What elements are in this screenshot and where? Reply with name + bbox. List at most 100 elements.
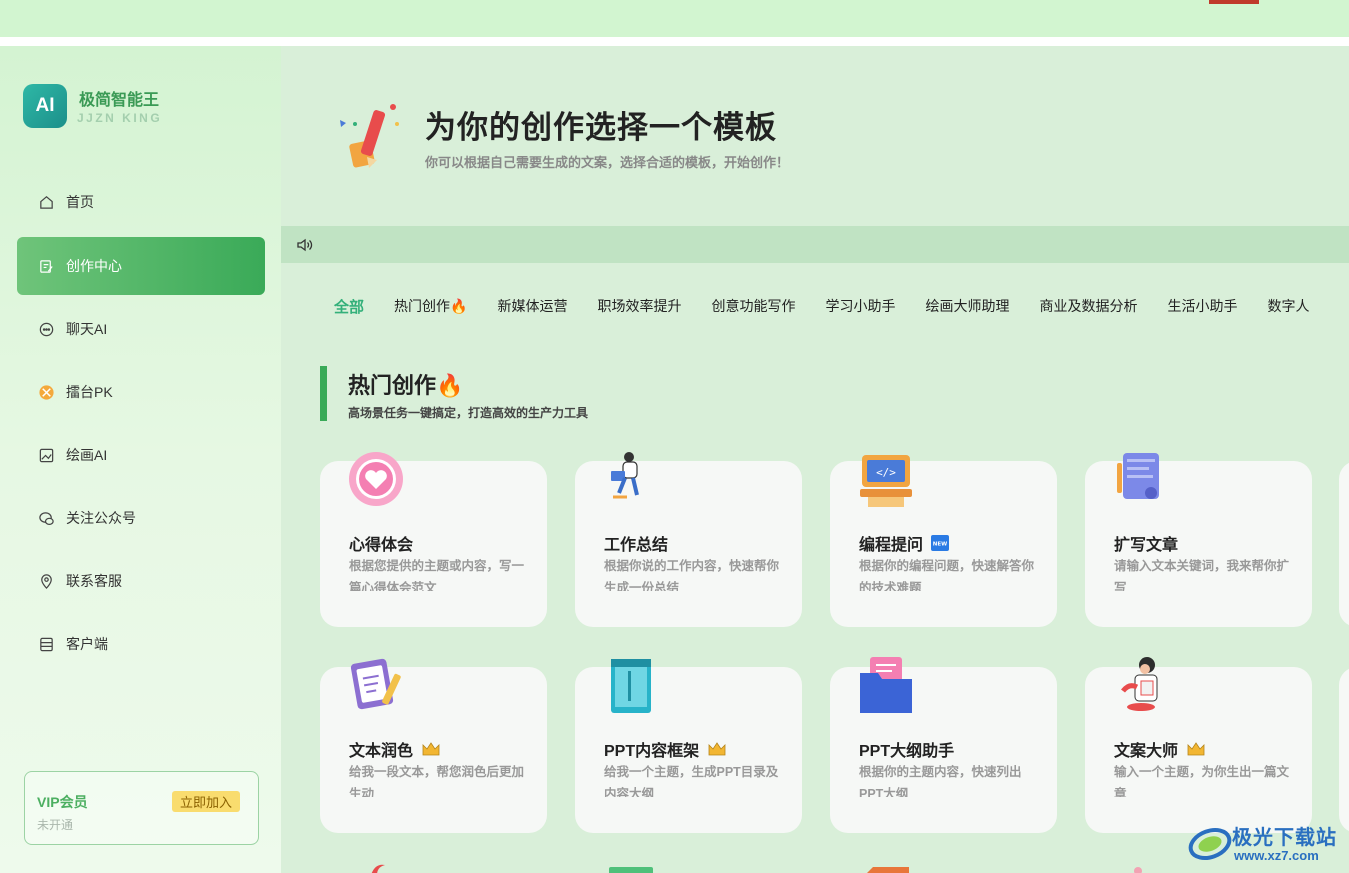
sidebar-item-painting-ai[interactable]: 绘画AI — [17, 426, 265, 484]
pencil-icon — [337, 102, 407, 172]
watermark-name: 极光下载站 — [1232, 827, 1337, 849]
card-title: 编程提问 NEW — [859, 531, 950, 555]
vip-card: VIP会员 未开通 立即加入 — [24, 771, 259, 845]
category-tabs: 全部 热门创作🔥 新媒体运营 职场效率提升 创意功能写作 学习小助手 绘画大师助… — [334, 296, 1339, 316]
card-title-text: 工作总结 — [604, 537, 669, 554]
vip-title: VIP会员 — [37, 794, 88, 810]
book-icon — [601, 655, 661, 715]
location-icon — [37, 572, 55, 590]
sidebar-item-label: 关注公众号 — [66, 510, 136, 526]
next-row-icon-peek — [607, 862, 657, 873]
heart-icon — [346, 449, 406, 509]
watermark: 极光下载站 www.xz7.com — [1188, 818, 1343, 868]
new-badge-icon: NEW — [931, 535, 950, 551]
sidebar-item-arena-pk[interactable]: 擂台PK — [17, 363, 265, 421]
card-title-text: 扩写文章 — [1114, 537, 1179, 554]
card-title-text: PPT大纲助手 — [859, 743, 955, 760]
svg-text:</>: </> — [876, 466, 896, 479]
browser-top-bar — [0, 0, 1349, 37]
notice-bar — [281, 226, 1349, 263]
card-title: 扩写文章 — [1114, 531, 1178, 555]
sidebar-item-contact-service[interactable]: 联系客服 — [17, 552, 265, 610]
sidebar-item-chat-ai[interactable]: 聊天AI — [17, 300, 265, 358]
watermark-logo-icon — [1188, 827, 1232, 861]
next-row-icon-peek — [1126, 862, 1156, 873]
card-title-text: 编程提问 — [859, 537, 924, 554]
sidebar-item-label: 聊天AI — [66, 321, 108, 337]
app-icon — [37, 635, 55, 653]
page-subtitle: 你可以根据自己需要生成的文案，选择合适的模板，开始创作！ — [425, 155, 790, 170]
top-red-tab[interactable] — [1209, 0, 1259, 4]
person-working-icon — [601, 449, 661, 509]
watermark-url: www.xz7.com — [1234, 848, 1319, 863]
document-pen-icon — [1111, 449, 1171, 509]
template-card-partial[interactable] — [1339, 461, 1349, 627]
template-card[interactable]: 文本润色 给我一段文本，帮您润色后更加生动 — [320, 658, 547, 833]
template-card[interactable]: </> 编程提问 NEW 根据你的编程问题，快速解答你的技术难题 — [830, 455, 1057, 627]
card-title-text: PPT内容框架 — [604, 743, 700, 760]
card-description: 根据你的编程问题，快速解答你的技术难题 — [859, 559, 1035, 591]
logo-icon[interactable]: AI — [23, 84, 67, 128]
card-title-text: 文案大师 — [1114, 743, 1179, 760]
code-monitor-icon: </> — [856, 449, 916, 509]
section-accent-bar — [320, 366, 327, 421]
sidebar-item-label: 联系客服 — [66, 573, 122, 589]
home-icon — [37, 193, 55, 211]
tab-life-helper[interactable]: 生活小助手 — [1167, 296, 1237, 316]
wechat-icon — [37, 509, 55, 527]
tab-digital-human[interactable]: 数字人 — [1267, 296, 1309, 316]
card-title: 工作总结 — [604, 531, 668, 555]
template-card[interactable]: 心得体会 根据您提供的主题或内容，写一篇心得体会范文 — [320, 452, 547, 627]
card-description: 给我一段文本，帮您润色后更加生动 — [349, 765, 525, 797]
writer-icon — [1111, 655, 1171, 715]
tab-business-analysis[interactable]: 商业及数据分析 — [1039, 296, 1137, 316]
main-content: 为你的创作选择一个模板 你可以根据自己需要生成的文案，选择合适的模板，开始创作！… — [281, 46, 1349, 873]
logo-text: AI — [35, 95, 55, 116]
template-card[interactable]: 工作总结 根据你说的工作内容，快速帮你生成一份总结 — [575, 452, 802, 627]
template-card[interactable]: 文案大师 输入一个主题，为你生出一篇文章 — [1085, 657, 1312, 833]
card-title: 心得体会 — [349, 531, 413, 555]
brand-name: 极简智能王 — [79, 92, 160, 109]
template-card[interactable]: PPT内容框架 给我一个主题，生成PPT目录及内容大纲 — [575, 659, 802, 833]
card-description: 输入一个主题，为你生出一篇文章 — [1114, 765, 1290, 797]
tab-hot-creation[interactable]: 热门创作🔥 — [394, 296, 467, 316]
card-title: 文案大师 — [1114, 737, 1206, 761]
sidebar-item-client[interactable]: 客户端 — [17, 615, 265, 673]
crown-vip-icon — [421, 741, 441, 757]
sidebar-item-label: 客户端 — [66, 636, 108, 652]
clipboard-pen-icon — [346, 655, 406, 715]
edit-doc-icon — [37, 257, 55, 275]
sidebar-item-label: 擂台PK — [66, 384, 113, 400]
tab-workplace-efficiency[interactable]: 职场效率提升 — [597, 296, 681, 316]
sidebar-item-label: 创作中心 — [66, 258, 122, 274]
tab-new-media[interactable]: 新媒体运营 — [497, 296, 567, 316]
template-card[interactable]: PPT大纲助手 根据你的主题内容，快速列出PPT大纲 — [830, 657, 1057, 833]
page-title: 为你的创作选择一个模板 — [425, 110, 777, 145]
sidebar-item-label: 首页 — [66, 194, 94, 210]
card-description: 根据你的主题内容，快速列出PPT大纲 — [859, 765, 1022, 797]
sidebar-item-label: 绘画AI — [66, 447, 108, 463]
sidebar: AI 极简智能王 JJZN KING 首页 创作中心 聊天AI 擂台PK 绘画A… — [0, 46, 281, 873]
tab-creative-writing[interactable]: 创意功能写作 — [711, 296, 795, 316]
speaker-icon[interactable] — [295, 236, 313, 254]
chat-icon — [37, 320, 55, 338]
card-description: 根据你说的工作内容，快速帮你生成一份总结 — [604, 559, 780, 591]
card-description: 给我一个主题，生成PPT目录及内容大纲 — [604, 765, 779, 797]
template-card-partial[interactable] — [1339, 667, 1349, 833]
sidebar-item-home[interactable]: 首页 — [17, 173, 265, 231]
card-description: 根据您提供的主题或内容，写一篇心得体会范文 — [349, 559, 525, 591]
sidebar-item-creation-center[interactable]: 创作中心 — [17, 237, 265, 295]
tab-all[interactable]: 全部 — [334, 296, 364, 316]
painting-icon — [37, 446, 55, 464]
section-subtitle: 高场景任务一键搞定，打造高效的生产力工具 — [348, 406, 589, 420]
folder-icon — [856, 655, 916, 715]
tab-painting-assistant[interactable]: 绘画大师助理 — [925, 296, 1009, 316]
vip-join-button[interactable]: 立即加入 — [172, 791, 240, 812]
template-card[interactable]: 扩写文章 请输入文本关键词，我来帮你扩写 — [1085, 453, 1312, 627]
card-title: PPT内容框架 — [604, 737, 727, 761]
card-description: 请输入文本关键词，我来帮你扩写 — [1114, 559, 1290, 591]
pk-icon — [37, 383, 55, 401]
card-title-text: 心得体会 — [349, 537, 414, 554]
sidebar-item-follow-official-account[interactable]: 关注公众号 — [17, 489, 265, 547]
tab-study-helper[interactable]: 学习小助手 — [825, 296, 895, 316]
